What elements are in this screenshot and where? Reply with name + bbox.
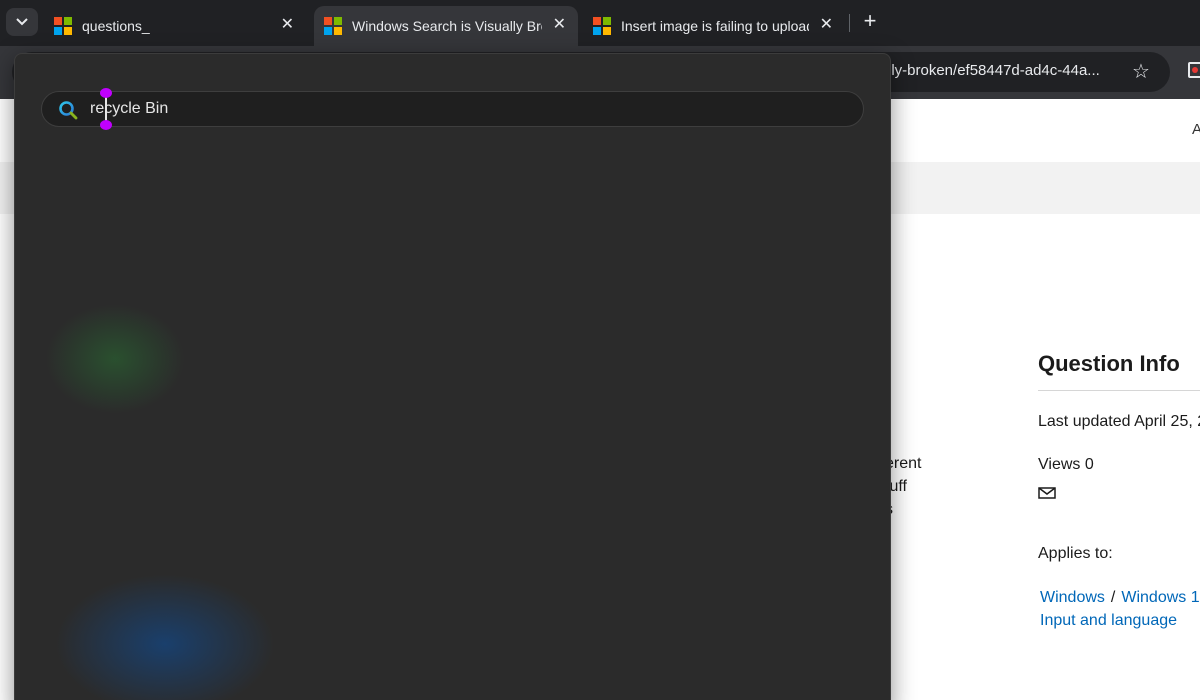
crumb-link-windows-version[interactable]: Windows 1	[1121, 589, 1199, 606]
crumb-separator: /	[1110, 589, 1116, 606]
microsoft-logo-icon	[54, 17, 72, 35]
search-input[interactable]	[90, 93, 850, 125]
applies-to-label: Applies to:	[1038, 545, 1113, 562]
tab-strip: questions_ ✕ Windows Search is Visually …	[0, 0, 1200, 46]
selection-handle-top[interactable]	[100, 88, 112, 98]
applies-to-breadcrumb: Windows / Windows 1	[1040, 589, 1200, 607]
new-tab-button[interactable]: +	[858, 10, 882, 34]
microsoft-logo-icon	[593, 17, 611, 35]
search-box[interactable]	[41, 88, 864, 130]
selection-handle-bottom[interactable]	[100, 120, 112, 130]
header-cutoff-text[interactable]: A	[1192, 121, 1200, 138]
question-info-heading: Question Info	[1038, 351, 1180, 376]
bookmark-star-icon[interactable]: ☆	[1132, 59, 1150, 84]
tab-windows-search[interactable]: Windows Search is Visually Broken ✕	[314, 6, 578, 46]
tab-questions[interactable]: questions_ ✕	[44, 6, 306, 46]
crumb-link-windows[interactable]: Windows	[1040, 589, 1105, 606]
tab-title: Insert image is failing to upload	[621, 18, 809, 34]
tab-insert-image[interactable]: Insert image is failing to upload ✕	[583, 6, 845, 46]
extension-icon[interactable]	[1188, 62, 1200, 78]
background-glow	[45, 304, 185, 414]
crumb-link-input-language[interactable]: Input and language	[1040, 612, 1177, 630]
close-tab-icon[interactable]: ✕	[820, 16, 833, 34]
tab-title: Windows Search is Visually Broken	[352, 18, 542, 34]
search-icon	[59, 101, 78, 120]
mail-icon[interactable]	[1038, 487, 1056, 499]
last-updated-text: Last updated April 25, 2	[1038, 413, 1200, 430]
chevron-down-icon	[16, 18, 28, 26]
divider	[1038, 390, 1200, 391]
windows-search-panel	[14, 53, 891, 700]
address-url[interactable]: lly-broken/ef58447d-ad4c-44a...	[888, 62, 1100, 79]
background-glow	[55, 574, 275, 700]
views-count: Views 0	[1038, 456, 1094, 473]
microsoft-logo-icon	[324, 17, 342, 35]
tab-search-button[interactable]	[6, 8, 38, 36]
close-tab-icon[interactable]: ✕	[281, 16, 294, 34]
tab-divider	[849, 14, 850, 32]
close-tab-icon[interactable]: ✕	[553, 16, 566, 34]
tab-title: questions_	[82, 18, 150, 34]
